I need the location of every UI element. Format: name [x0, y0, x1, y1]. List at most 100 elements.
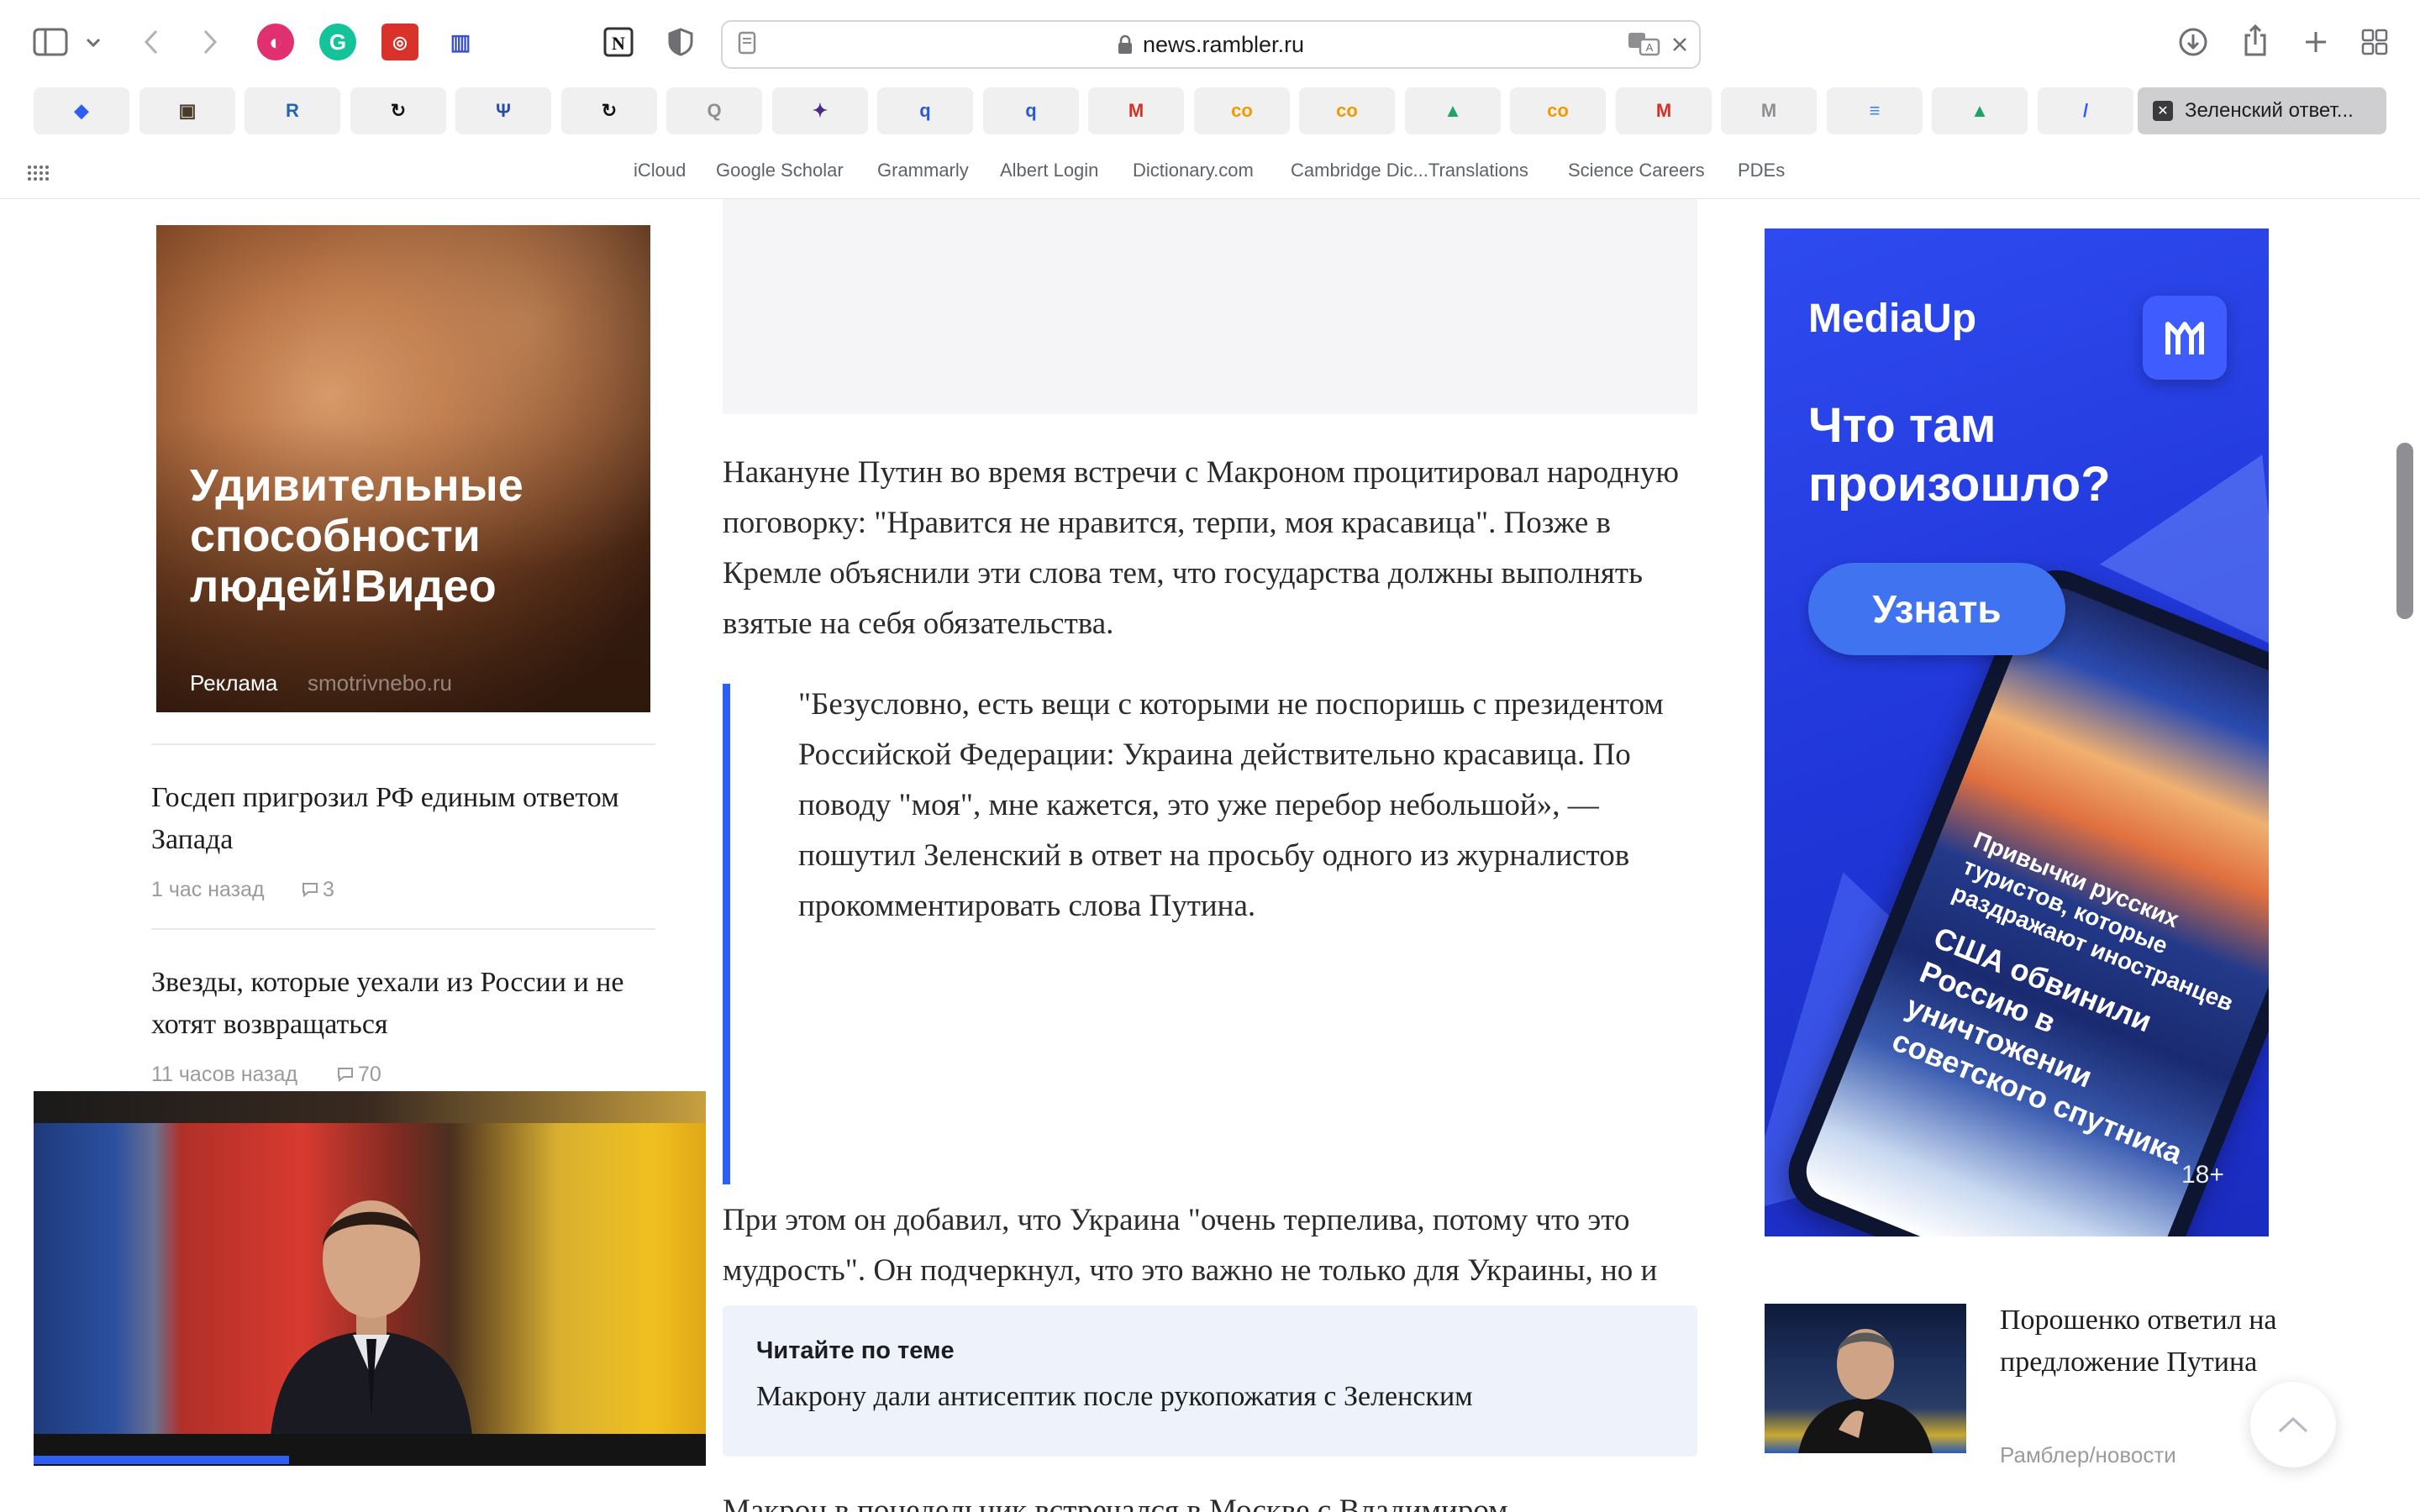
co-3-icon: co [1547, 100, 1569, 121]
extension-pink-icon[interactable]: ◐ [257, 24, 294, 60]
bookmarks-bar: iCloud Google Scholar Grammarly Albert L… [0, 156, 2420, 190]
grammarly-icon[interactable]: G [319, 24, 356, 60]
news-title[interactable]: Госдеп пригрозил РФ единым ответом Запад… [151, 777, 639, 861]
pinned-tab-psi[interactable]: Ψ [455, 87, 551, 134]
pinned-tab-drive-2[interactable]: ▲ [1932, 87, 2028, 134]
ad-title[interactable]: Удивительные способности людей!Видео [190, 460, 627, 612]
pinned-tab-slash[interactable]: / [2038, 87, 2133, 134]
article-paragraph: Накануне Путин во время встречи с Макрон… [723, 455, 1679, 641]
pinned-tab-r-lang[interactable]: R [245, 87, 340, 134]
stats-extension-icon[interactable]: ▥ [442, 24, 479, 60]
news-thumbnail-figure [1798, 1329, 1933, 1453]
bookmark-albert-login[interactable]: Albert Login [1000, 160, 1098, 181]
news-title[interactable]: Звезды, которые уехали из России и не хо… [151, 962, 639, 1046]
layers-icon: ◆ [74, 100, 89, 121]
downloads-icon[interactable] [2176, 25, 2210, 59]
left-advertisement[interactable]: Удивительные способности людей!Видео Рек… [156, 225, 650, 712]
video-speaker-figure [271, 1200, 472, 1436]
drive-1-icon: ▲ [1444, 100, 1462, 121]
photo-icon: ▣ [178, 100, 197, 121]
comment-icon [301, 881, 319, 902]
pinned-tab-purple-app[interactable]: ✦ [772, 87, 868, 134]
address-bar[interactable]: news.rambler.ru A [721, 20, 1701, 69]
news-thumbnail[interactable] [1765, 1304, 1966, 1453]
mediaup-logo-icon [2143, 296, 2227, 380]
news-source[interactable]: Рамблер/новости [2000, 1442, 2176, 1468]
article-quote: "Безусловно, есть вещи с которыми не пос… [798, 687, 1664, 923]
ad-cta-button[interactable]: Узнать [1808, 563, 2065, 655]
cycle-1-icon: ↻ [390, 100, 407, 121]
ad-source[interactable]: smotrivnebo.ru [308, 670, 452, 696]
pinned-tab-photo[interactable]: ▣ [139, 87, 235, 134]
url-text[interactable]: news.rambler.ru [1143, 32, 1304, 58]
forward-icon[interactable] [193, 25, 227, 59]
bookmark-grammarly[interactable]: Grammarly [877, 160, 969, 181]
translate-icon[interactable]: A [1625, 29, 1662, 59]
bookmark-icloud[interactable]: iCloud [634, 160, 686, 181]
pinned-tab-drive-1[interactable]: ▲ [1405, 87, 1501, 134]
close-icon[interactable] [1667, 32, 1692, 57]
comment-count: 3 [323, 878, 334, 901]
video-player[interactable] [34, 1091, 706, 1466]
co-1-icon: co [1231, 100, 1253, 121]
news-title[interactable]: Порошенко ответил на предложение Путина [2000, 1299, 2277, 1383]
pinned-tab-cycle-1[interactable]: ↻ [350, 87, 446, 134]
gmail-1-icon: M [1128, 100, 1144, 121]
back-icon[interactable] [134, 25, 168, 59]
slash-icon: / [2082, 100, 2089, 121]
q-blue-1-icon: q [919, 100, 931, 121]
docs-icon: ≡ [1869, 100, 1881, 121]
chevron-down-icon[interactable] [81, 30, 106, 55]
pinned-tab-layers[interactable]: ◆ [34, 87, 129, 134]
news-time: 11 часов назад [151, 1063, 298, 1086]
cycle-2-icon: ↻ [601, 100, 618, 121]
ad-headline: Что там произошло? [1808, 398, 2111, 512]
divider [151, 743, 655, 745]
bookmark-pdes[interactable]: PDEs [1738, 160, 1785, 181]
pinned-tab-q-blue-2[interactable]: q [983, 87, 1079, 134]
scrollbar-thumb[interactable] [2396, 443, 2413, 619]
bookmark-dictionary[interactable]: Dictionary.com [1133, 160, 1254, 181]
q-blue-2-icon: q [1025, 100, 1037, 121]
pinned-tab-co-1[interactable]: co [1194, 87, 1290, 134]
pinned-tab-quora-q[interactable]: Q [666, 87, 762, 134]
comment-count: 70 [358, 1063, 381, 1086]
pinned-tab-docs[interactable]: ≡ [1827, 87, 1923, 134]
sidebar-toggle-icon[interactable] [32, 25, 69, 59]
mendeley-icon[interactable]: ◎ [381, 24, 418, 60]
svg-text:A: A [1646, 41, 1654, 54]
notion-icon[interactable]: N [600, 24, 637, 60]
related-article-box[interactable]: Читайте по теме Макрону дали антисептик … [723, 1305, 1697, 1457]
related-label: Читайте по теме [756, 1337, 955, 1364]
grid-apps-icon[interactable] [25, 163, 50, 183]
quote-accent-bar [723, 684, 730, 1184]
co-2-icon: co [1336, 100, 1358, 121]
bookmark-cambridge[interactable]: Cambridge Dic...Translations [1291, 160, 1528, 181]
web-page: Удивительные способности людей!Видео Рек… [0, 199, 2420, 1512]
new-tab-icon[interactable] [2299, 25, 2333, 59]
pinned-tab-m-gray[interactable]: M [1721, 87, 1817, 134]
m-gray-icon: M [1760, 100, 1777, 121]
video-progress-bar[interactable] [34, 1456, 289, 1464]
pinned-tab-gmail-2[interactable]: M [1616, 87, 1712, 134]
gmail-2-icon: M [1655, 100, 1672, 121]
tab-active[interactable]: ✕ Зеленский ответ... [2138, 87, 2386, 134]
bookmark-science-careers[interactable]: Science Careers [1568, 160, 1705, 181]
share-icon[interactable] [2238, 22, 2272, 59]
tab-overview-icon[interactable] [2358, 25, 2391, 59]
scroll-to-top-button[interactable] [2250, 1382, 2336, 1467]
pinned-tab-q-blue-1[interactable]: q [877, 87, 973, 134]
privacy-shield-icon[interactable] [664, 25, 697, 59]
reader-page-icon[interactable] [734, 30, 760, 55]
right-advertisement[interactable]: Привычки русских туристов, которые раздр… [1765, 228, 2269, 1236]
pinned-tab-gmail-1[interactable]: M [1088, 87, 1184, 134]
pinned-tab-co-3[interactable]: co [1510, 87, 1606, 134]
bookmark-google-scholar[interactable]: Google Scholar [716, 160, 844, 181]
pinned-tab-cycle-2[interactable]: ↻ [561, 87, 657, 134]
drive-2-icon: ▲ [1970, 100, 1989, 121]
comment-icon [336, 1066, 355, 1087]
related-article-link[interactable]: Макрону дали антисептик после рукопожати… [756, 1381, 1473, 1413]
close-icon[interactable]: ✕ [2153, 101, 2173, 121]
pinned-tab-co-2[interactable]: co [1299, 87, 1395, 134]
tab-title: Зеленский ответ... [2185, 99, 2354, 122]
